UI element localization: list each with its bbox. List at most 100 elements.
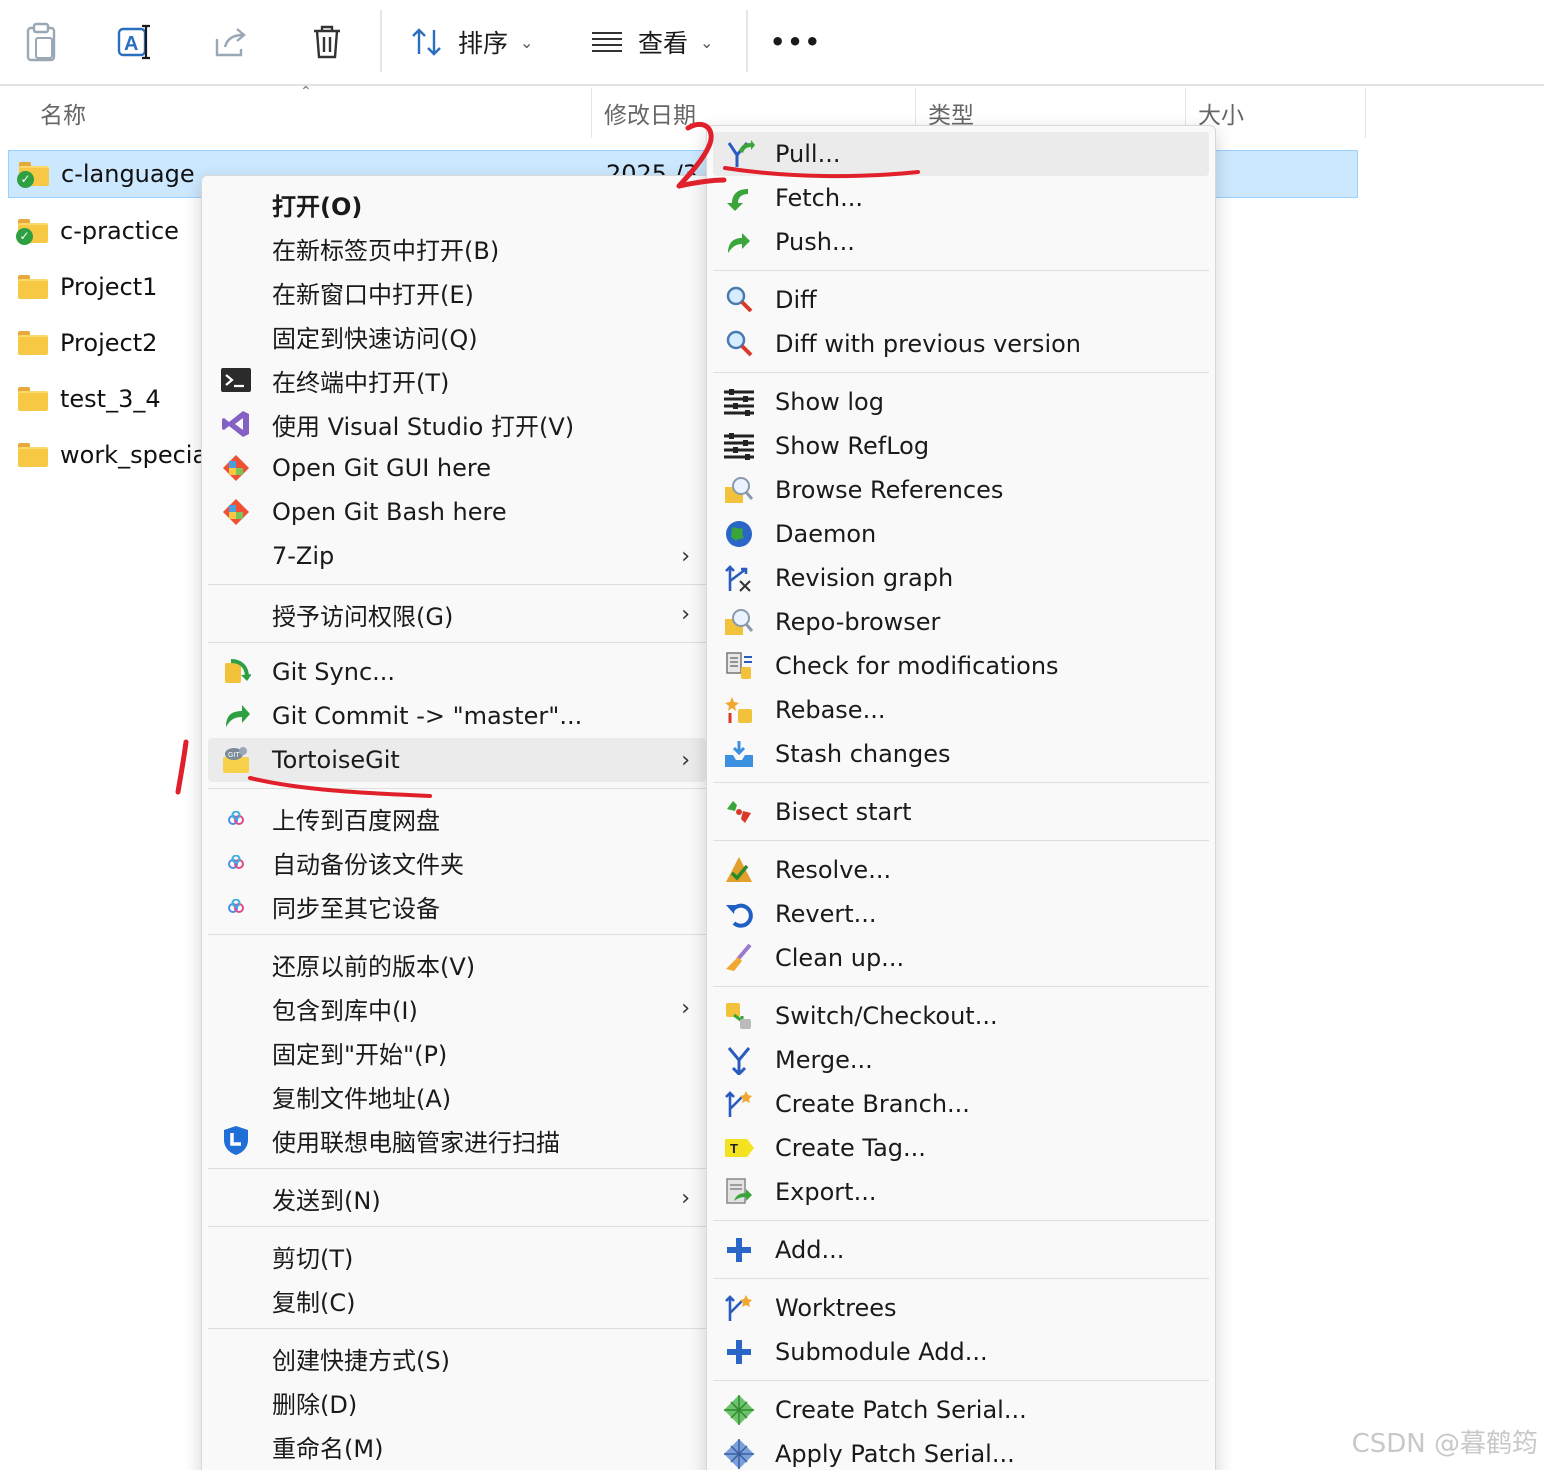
file-name: test_3_4: [60, 385, 161, 413]
submenu-item-diff-previous[interactable]: Diff with previous version: [713, 322, 1209, 366]
check-modifications-icon: [723, 651, 755, 681]
submenu-item-add[interactable]: Add...: [713, 1228, 1209, 1272]
menu-separator: [208, 1328, 706, 1329]
menu-item-git-gui[interactable]: Open Git GUI here: [208, 446, 706, 490]
menu-item-lenovo-scan[interactable]: 使用联想电脑管家进行扫描: [208, 1118, 706, 1162]
submenu-item-revert[interactable]: Revert...: [713, 892, 1209, 936]
revision-graph-icon: [723, 563, 755, 593]
menu-separator: [713, 372, 1209, 373]
submenu-item-apply-patch[interactable]: Apply Patch Serial...: [713, 1432, 1209, 1470]
menu-item-copy[interactable]: 复制(C): [208, 1278, 706, 1322]
menu-item-label: TortoiseGit: [272, 746, 400, 774]
menu-item-baidu-upload[interactable]: 上传到百度网盘: [208, 796, 706, 840]
log-icon: [723, 387, 755, 417]
git-sync-icon: [220, 657, 252, 687]
submenu-item-daemon[interactable]: Daemon: [713, 512, 1209, 556]
submenu-item-switch-checkout[interactable]: Switch/Checkout...: [713, 994, 1209, 1038]
menu-item-open-visual-studio[interactable]: 使用 Visual Studio 打开(V): [208, 402, 706, 446]
submenu-item-diff[interactable]: Diff: [713, 278, 1209, 322]
toolbar-separator: [380, 10, 382, 72]
paste-icon[interactable]: [16, 14, 66, 70]
submenu-item-bisect-start[interactable]: Bisect start: [713, 790, 1209, 834]
submenu-item-push[interactable]: Push...: [713, 220, 1209, 264]
submenu-item-check-modifications[interactable]: Check for modifications: [713, 644, 1209, 688]
submenu-item-worktrees[interactable]: Worktrees: [713, 1286, 1209, 1330]
menu-item-create-shortcut[interactable]: 创建快捷方式(S): [208, 1336, 706, 1380]
menu-separator: [208, 642, 706, 643]
share-icon[interactable]: [206, 14, 256, 70]
menu-item-open[interactable]: 打开(O): [208, 182, 706, 226]
menu-item-git-bash[interactable]: Open Git Bash here: [208, 490, 706, 534]
browse-references-icon: [723, 475, 755, 505]
menu-separator: [713, 270, 1209, 271]
menu-item-restore-versions[interactable]: 还原以前的版本(V): [208, 942, 706, 986]
submenu-item-create-patch[interactable]: Create Patch Serial...: [713, 1388, 1209, 1432]
menu-item-label: 复制(C): [272, 1288, 356, 1317]
menu-item-label: 使用 Visual Studio 打开(V): [272, 412, 575, 441]
column-name[interactable]: 名称: [28, 88, 592, 138]
submenu-item-fetch[interactable]: Fetch...: [713, 176, 1209, 220]
chevron-right-icon: ›: [681, 747, 690, 773]
menu-item-pin-quick-access[interactable]: 固定到快速访问(Q): [208, 314, 706, 358]
menu-item-baidu-backup[interactable]: 自动备份该文件夹: [208, 840, 706, 884]
menu-separator: [713, 840, 1209, 841]
sort-button[interactable]: 排序 ⌄: [410, 14, 550, 70]
submenu-item-revision-graph[interactable]: Revision graph: [713, 556, 1209, 600]
submenu-item-pull[interactable]: Pull...: [713, 132, 1209, 176]
menu-item-label: Submodule Add...: [775, 1338, 988, 1366]
menu-item-label: 发送到(N): [272, 1186, 381, 1215]
menu-item-send-to[interactable]: 发送到(N) ›: [208, 1176, 706, 1220]
view-button[interactable]: 查看 ⌄: [590, 14, 730, 70]
menu-item-git-commit[interactable]: Git Commit -> "master"...: [208, 694, 706, 738]
menu-item-open-new-window[interactable]: 在新窗口中打开(E): [208, 270, 706, 314]
chevron-right-icon: ›: [681, 601, 690, 627]
svg-text:GIT: GIT: [228, 752, 240, 759]
menu-item-git-sync[interactable]: Git Sync...: [208, 650, 706, 694]
menu-separator: [713, 782, 1209, 783]
menu-item-label: Stash changes: [775, 740, 951, 768]
menu-item-grant-access[interactable]: 授予访问权限(G) ›: [208, 592, 706, 636]
menu-item-copy-path[interactable]: 复制文件地址(A): [208, 1074, 706, 1118]
menu-item-open-terminal[interactable]: 在终端中打开(T): [208, 358, 706, 402]
submenu-item-stash[interactable]: Stash changes: [713, 732, 1209, 776]
diff-icon: [723, 285, 755, 315]
lenovo-shield-icon: [220, 1125, 252, 1155]
chevron-down-icon: ⌄: [700, 32, 714, 52]
submenu-item-submodule-add[interactable]: Submodule Add...: [713, 1330, 1209, 1374]
menu-item-delete[interactable]: 删除(D): [208, 1380, 706, 1424]
menu-item-label: 自动备份该文件夹: [272, 850, 464, 879]
submenu-item-create-branch[interactable]: Create Branch...: [713, 1082, 1209, 1126]
menu-item-label: 复制文件地址(A): [272, 1084, 452, 1113]
menu-item-open-new-tab[interactable]: 在新标签页中打开(B): [208, 226, 706, 270]
menu-item-7zip[interactable]: 7-Zip ›: [208, 534, 706, 578]
submenu-item-resolve[interactable]: Resolve...: [713, 848, 1209, 892]
submenu-item-merge[interactable]: Merge...: [713, 1038, 1209, 1082]
add-icon: [723, 1337, 755, 1367]
submenu-item-browse-references[interactable]: Browse References: [713, 468, 1209, 512]
more-options-button[interactable]: •••: [768, 14, 824, 70]
menu-item-rename[interactable]: 重命名(M): [208, 1424, 706, 1468]
delete-icon[interactable]: [302, 14, 352, 70]
menu-item-include-library[interactable]: 包含到库中(I) ›: [208, 986, 706, 1030]
file-name: c-language: [61, 160, 195, 188]
submenu-item-export[interactable]: Export...: [713, 1170, 1209, 1214]
menu-item-baidu-sync[interactable]: 同步至其它设备: [208, 884, 706, 928]
merge-icon: [723, 1045, 755, 1075]
sort-label: 排序: [458, 29, 509, 58]
menu-item-label: Create Tag...: [775, 1134, 926, 1162]
chevron-right-icon: ›: [681, 543, 690, 569]
submenu-item-cleanup[interactable]: Clean up...: [713, 936, 1209, 980]
menu-item-label: Check for modifications: [775, 652, 1059, 680]
menu-item-cut[interactable]: 剪切(T): [208, 1234, 706, 1278]
menu-item-tortoisegit[interactable]: GIT TortoiseGit ›: [208, 738, 706, 782]
menu-item-pin-start[interactable]: 固定到"开始"(P): [208, 1030, 706, 1074]
menu-item-label: Export...: [775, 1178, 877, 1206]
submenu-item-show-log[interactable]: Show log: [713, 380, 1209, 424]
rename-icon[interactable]: A: [110, 14, 160, 70]
submenu-item-create-tag[interactable]: T Create Tag...: [713, 1126, 1209, 1170]
submenu-item-show-reflog[interactable]: Show RefLog: [713, 424, 1209, 468]
submenu-item-repo-browser[interactable]: Repo-browser: [713, 600, 1209, 644]
switch-icon: [723, 1001, 755, 1031]
submenu-item-rebase[interactable]: Rebase...: [713, 688, 1209, 732]
menu-item-label: Revert...: [775, 900, 877, 928]
